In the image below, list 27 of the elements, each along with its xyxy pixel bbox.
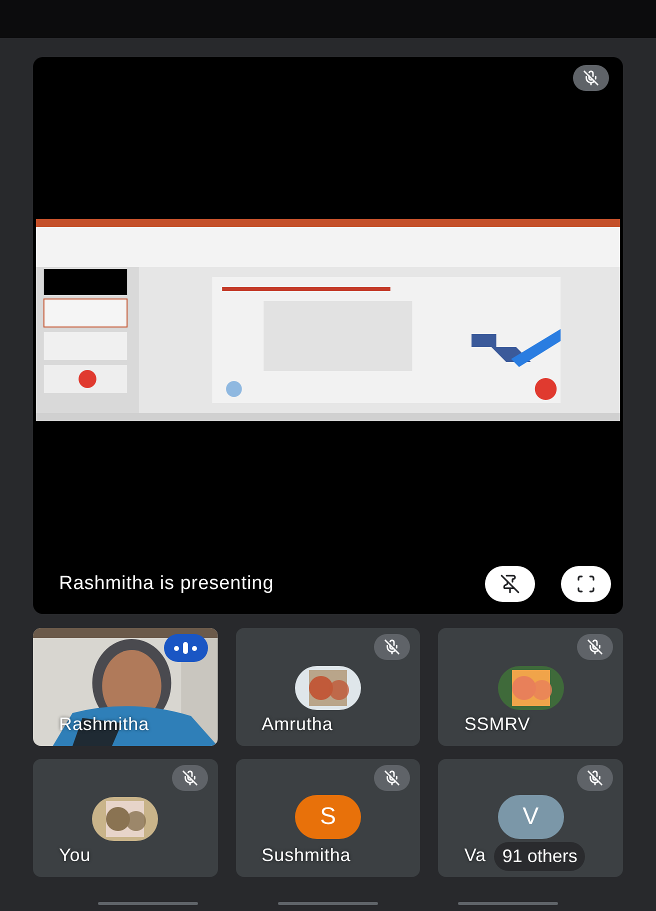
unpin-button[interactable] bbox=[485, 566, 535, 602]
mic-off-glyph bbox=[587, 770, 603, 786]
participant-tile[interactable]: You bbox=[33, 759, 218, 877]
nav-bar-handle[interactable] bbox=[98, 902, 198, 905]
unpin-icon bbox=[500, 574, 520, 594]
participant-tile[interactable]: Amrutha bbox=[236, 628, 420, 746]
participant-name: Va bbox=[464, 844, 486, 867]
mic-off-glyph bbox=[384, 639, 400, 655]
mic-off-glyph bbox=[182, 770, 198, 786]
participant-name: Amrutha bbox=[262, 713, 333, 736]
participant-name: You bbox=[59, 844, 91, 867]
others-chip[interactable]: 91 others bbox=[494, 842, 586, 871]
avatar: S bbox=[294, 795, 361, 839]
participant-tile[interactable]: S Sushmitha bbox=[236, 759, 420, 877]
participant-name: Sushmitha bbox=[262, 844, 351, 867]
participant-tile[interactable]: V Va 91 others bbox=[438, 759, 623, 877]
fullscreen-button[interactable] bbox=[561, 566, 611, 602]
mic-off-glyph bbox=[583, 70, 599, 86]
nav-bar-handle[interactable] bbox=[458, 902, 558, 905]
avatar: V bbox=[498, 795, 564, 839]
nav-bar-handle[interactable] bbox=[278, 902, 378, 905]
fullscreen-icon bbox=[576, 574, 596, 594]
mic-off-glyph bbox=[384, 770, 400, 786]
participant-name: SSMRV bbox=[464, 713, 530, 736]
presenting-caption: Rashmitha is presenting bbox=[59, 572, 275, 596]
participant-tile[interactable]: SSMRV bbox=[438, 628, 623, 746]
mic-off-glyph bbox=[587, 639, 603, 655]
